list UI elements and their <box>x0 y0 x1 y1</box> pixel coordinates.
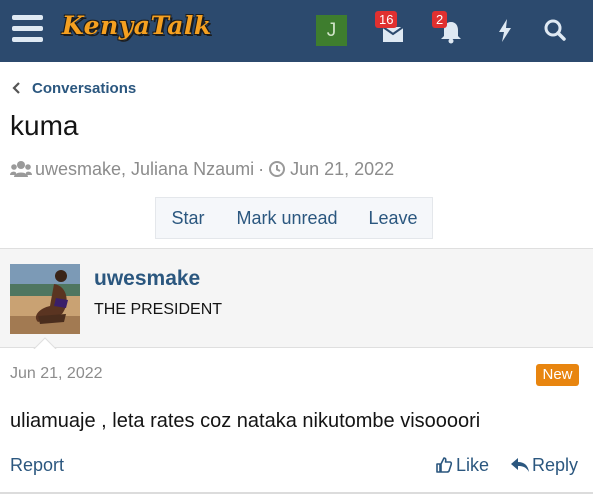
thumbs-up-icon <box>436 457 453 473</box>
like-button[interactable]: Like <box>435 455 489 475</box>
participants-list[interactable]: uwesmake, Juliana Nzaumi <box>35 159 254 180</box>
reply-label: Reply <box>532 454 579 475</box>
whats-new-button[interactable] <box>490 15 520 45</box>
conversation-meta: uwesmake, Juliana Nzaumi · Jun 21, 2022 <box>10 158 394 180</box>
leave-button[interactable]: Leave <box>354 198 432 238</box>
menu-icon[interactable] <box>12 15 43 42</box>
site-logo[interactable]: KenyaTalk <box>62 11 212 40</box>
breadcrumb-conversations-link[interactable]: Conversations <box>32 80 136 97</box>
alerts-button[interactable]: 2 <box>432 11 466 45</box>
meta-separator: · <box>258 158 265 179</box>
page-title: kuma <box>10 110 79 141</box>
star-button[interactable]: Star <box>156 198 220 238</box>
breadcrumb[interactable]: Conversations <box>10 78 136 98</box>
message-user-block: uwesmake THE PRESIDENT <box>0 248 593 348</box>
reply-icon <box>511 458 529 472</box>
user-title: THE PRESIDENT <box>94 301 223 318</box>
message-username[interactable]: uwesmake <box>94 267 200 291</box>
conversation-start-date: Jun 21, 2022 <box>290 158 395 179</box>
inbox-button[interactable]: 16 <box>375 11 408 45</box>
message-body: uliamuaje , leta rates coz nataka nikuto… <box>10 410 481 432</box>
message-date[interactable]: Jun 21, 2022 <box>10 365 103 383</box>
clock-icon <box>269 161 286 177</box>
users-icon <box>10 161 32 177</box>
top-navigation-bar: KenyaTalk J 16 2 <box>0 0 593 62</box>
message-arrow <box>33 337 57 350</box>
mark-unread-button[interactable]: Mark unread <box>220 198 354 238</box>
user-photo <box>10 264 80 334</box>
new-badge: New <box>536 364 579 386</box>
account-avatar[interactable]: J <box>316 15 347 46</box>
conversation-actions: Star Mark unread Leave <box>155 197 433 239</box>
avatar[interactable] <box>10 264 80 334</box>
divider <box>0 492 593 494</box>
alerts-count-badge: 2 <box>432 11 448 28</box>
search-button[interactable] <box>540 15 570 45</box>
reply-button[interactable]: Reply <box>510 455 578 475</box>
report-link[interactable]: Report <box>10 455 64 476</box>
bolt-icon <box>499 19 511 42</box>
search-icon <box>544 19 566 41</box>
chevron-left-icon <box>12 82 20 94</box>
like-label: Like <box>456 454 490 475</box>
inbox-count-badge: 16 <box>375 11 398 28</box>
